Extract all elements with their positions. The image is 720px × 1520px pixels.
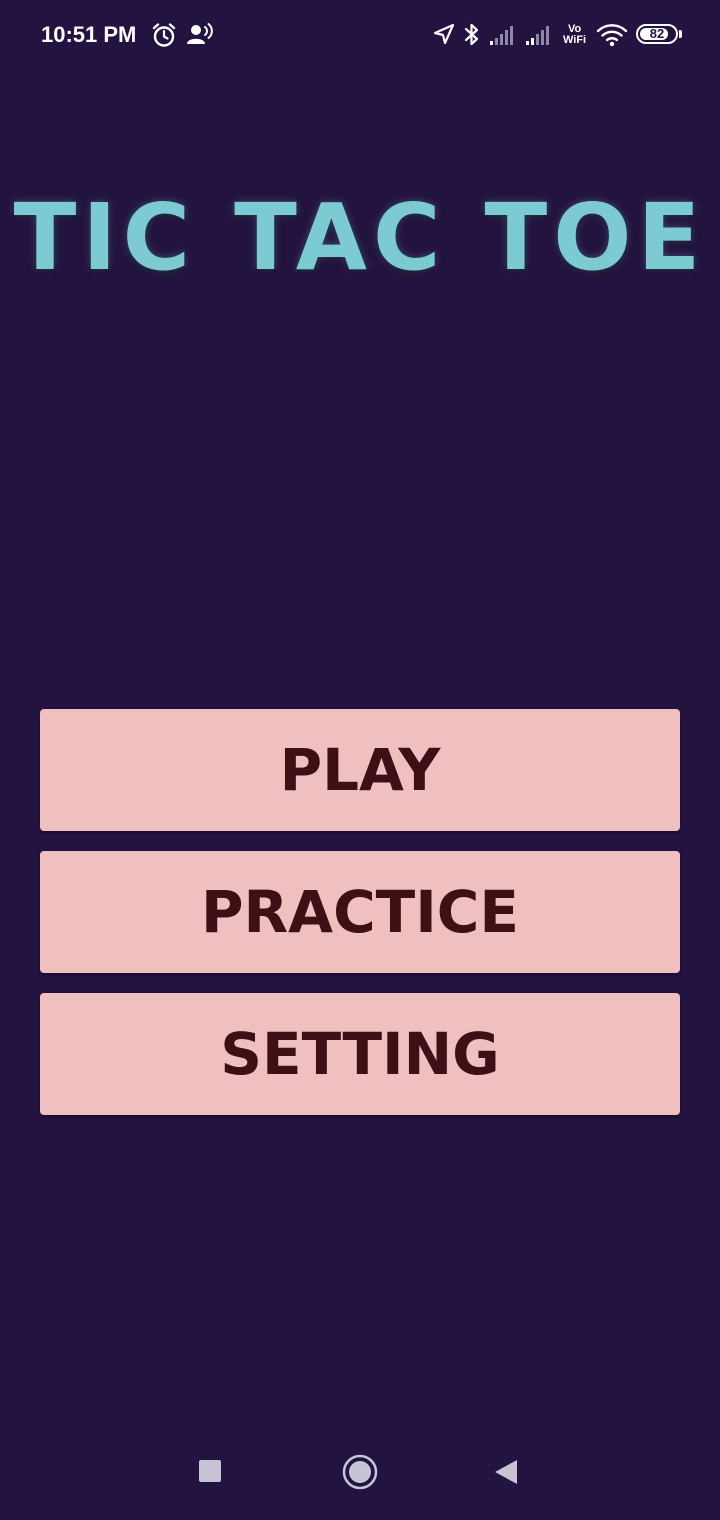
play-button[interactable]: PLAY [40, 709, 680, 831]
status-time: 10:51 PM [41, 22, 137, 47]
battery-level: 82 [649, 26, 665, 41]
setting-button[interactable]: SETTING [40, 993, 680, 1115]
bluetooth-icon [464, 23, 479, 46]
battery-tip [679, 30, 682, 38]
home-circle-icon [342, 1454, 378, 1490]
home-button[interactable] [320, 1430, 400, 1514]
game-title: TIC TAC TOE [13, 184, 707, 291]
status-bar: 10:51 PM Vo WiFi 82 [0, 0, 720, 70]
signal-1-icon [490, 26, 513, 45]
practice-button[interactable]: PRACTICE [40, 851, 680, 973]
back-triangle-icon [495, 1460, 517, 1484]
vowifi-bottom-label: WiFi [563, 34, 587, 46]
signal-2-icon [526, 26, 549, 45]
navigation-bar [0, 1430, 720, 1520]
recents-square-icon [199, 1460, 221, 1482]
wifi-icon [596, 24, 628, 47]
back-button[interactable] [466, 1430, 546, 1514]
recents-button[interactable] [170, 1430, 250, 1514]
alarm-icon [152, 23, 176, 47]
hotspot-user-icon [187, 23, 213, 44]
vowifi-icon: Vo WiFi [563, 24, 586, 46]
battery-icon: 82 [636, 24, 678, 44]
location-arrow-icon [433, 23, 455, 45]
